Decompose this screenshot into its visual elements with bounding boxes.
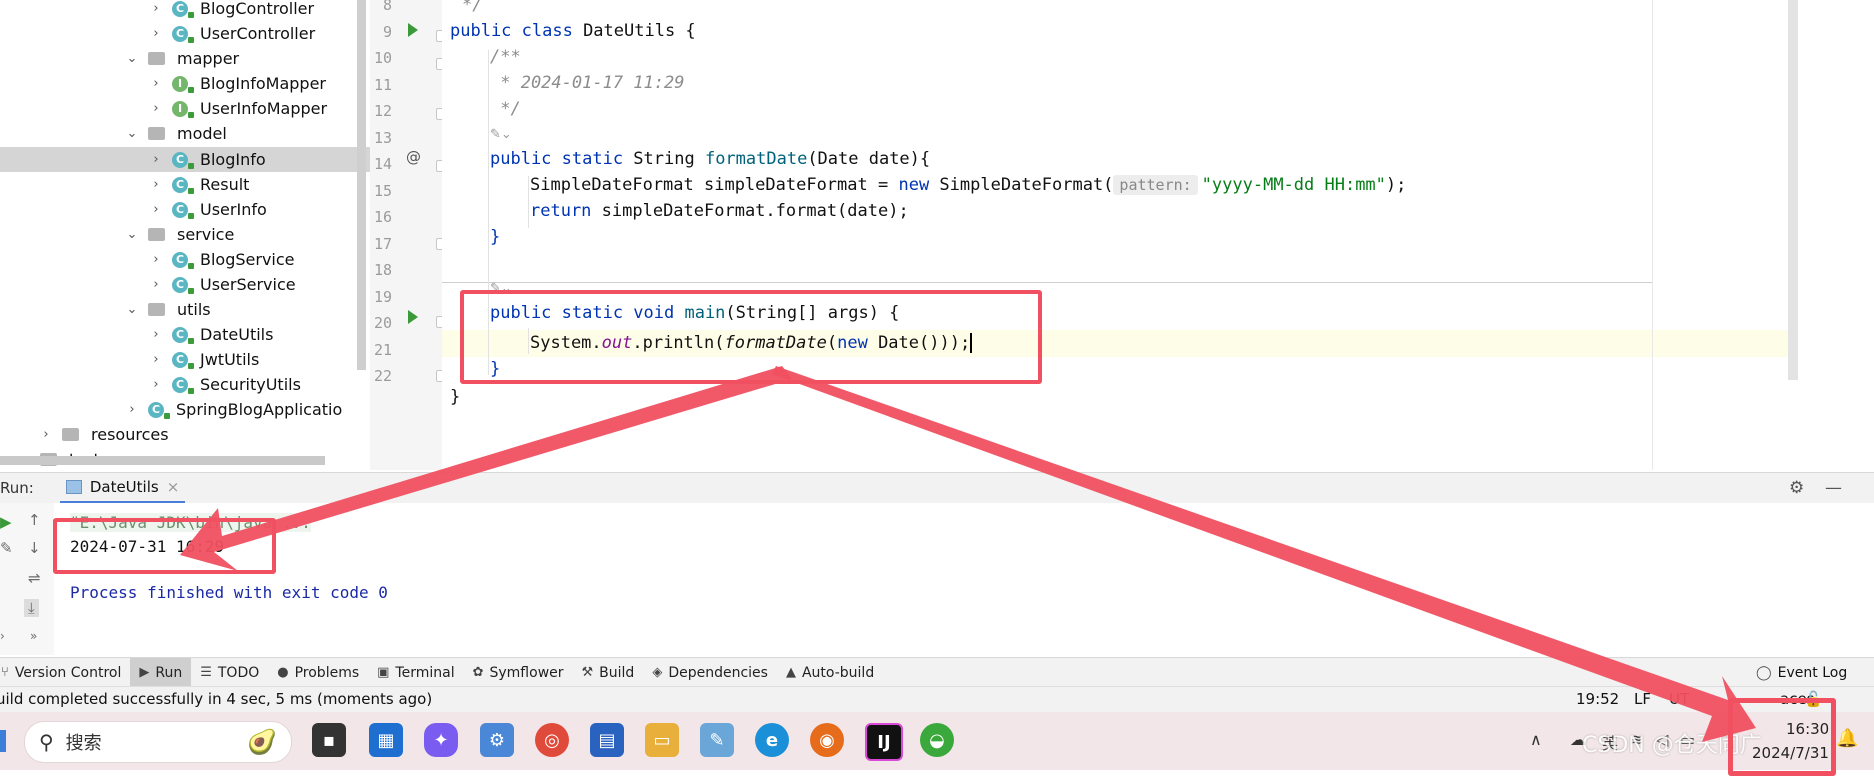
arrow-to-output — [180, 366, 792, 571]
arrow-to-clock — [772, 366, 1756, 742]
annotation-arrows — [180, 366, 1756, 742]
